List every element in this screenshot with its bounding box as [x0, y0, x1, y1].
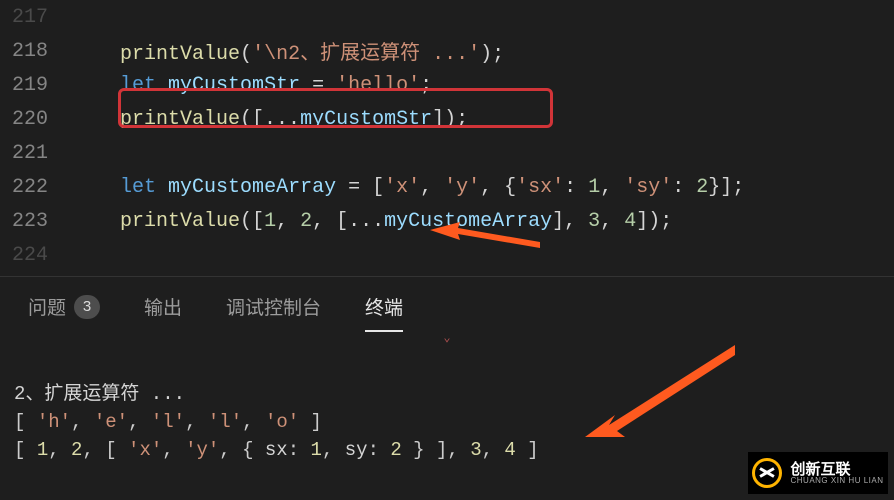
watermark-text-cn: 创新互联	[790, 462, 883, 477]
code-line[interactable]: 224	[0, 238, 894, 272]
line-number: 220	[0, 108, 72, 131]
code-line[interactable]: 219 let myCustomStr = 'hello';	[0, 68, 894, 102]
line-number: 224	[0, 244, 72, 267]
code-content: printValue('\n2、扩展运算符 ...');	[72, 36, 504, 66]
tab-label: 输出	[144, 293, 182, 320]
tab-label: 问题	[28, 293, 66, 320]
tab-terminal[interactable]: 终端	[365, 293, 403, 320]
line-number: 217	[0, 6, 72, 29]
line-number: 219	[0, 74, 72, 97]
code-line[interactable]: 223 printValue([1, 2, [...myCustomeArray…	[0, 204, 894, 238]
tab-label: 终端	[365, 293, 403, 320]
tab-problems[interactable]: 问题 3	[28, 293, 100, 320]
code-content: let myCustomeArray = ['x', 'y', {'sx': 1…	[72, 176, 744, 199]
code-line[interactable]: 221	[0, 136, 894, 170]
code-editor[interactable]: 217218 printValue('\n2、扩展运算符 ...');219 l…	[0, 0, 894, 272]
line-number: 218	[0, 40, 72, 63]
code-line[interactable]: 222 let myCustomeArray = ['x', 'y', {'sx…	[0, 170, 894, 204]
tab-output[interactable]: 输出	[144, 293, 182, 320]
watermark: 创新互联 CHUANG XIN HU LIAN	[748, 452, 888, 494]
code-line[interactable]: 220 printValue([...myCustomStr]);	[0, 102, 894, 136]
caret-indicator-icon: ⌄	[0, 330, 894, 344]
code-content: printValue([...myCustomStr]);	[72, 108, 468, 131]
terminal-line: 2、扩展运算符 ...	[14, 380, 880, 408]
panel-tabs: 问题 3 输出 调试控制台 终端	[0, 276, 894, 330]
terminal-line: [ 'h', 'e', 'l', 'l', 'o' ]	[14, 408, 880, 436]
tab-debug-console[interactable]: 调试控制台	[226, 293, 321, 320]
line-number: 222	[0, 176, 72, 199]
code-content: let myCustomStr = 'hello';	[72, 74, 432, 97]
problems-badge: 3	[74, 295, 100, 319]
line-number: 221	[0, 142, 72, 165]
code-line[interactable]: 217	[0, 0, 894, 34]
line-number: 223	[0, 210, 72, 233]
watermark-logo-icon	[752, 458, 782, 488]
code-content: printValue([1, 2, [...myCustomeArray], 3…	[72, 210, 672, 233]
code-line[interactable]: 218 printValue('\n2、扩展运算符 ...');	[0, 34, 894, 68]
tab-label: 调试控制台	[226, 293, 321, 320]
watermark-text-py: CHUANG XIN HU LIAN	[790, 477, 883, 485]
